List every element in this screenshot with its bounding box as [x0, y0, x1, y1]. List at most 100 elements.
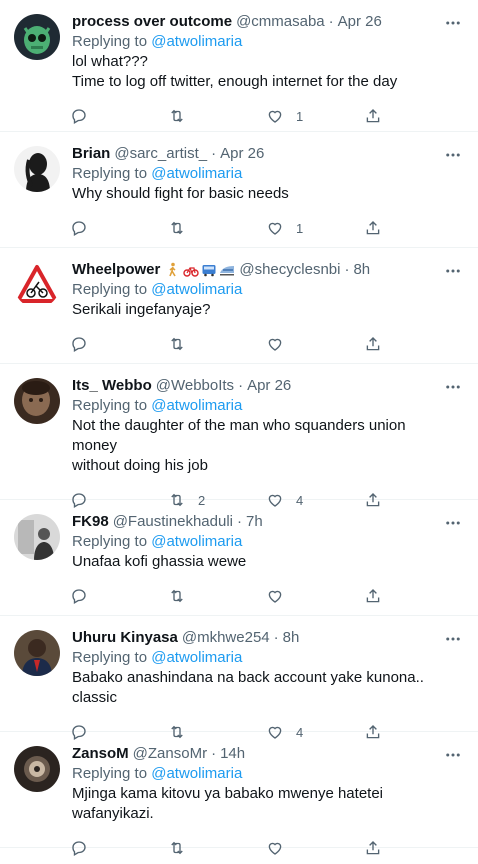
retweet-button[interactable]	[168, 587, 266, 605]
replying-to-label: Replying to	[72, 281, 148, 298]
tweet-header: Its_ Webbo @WebboIts · Apr 26	[72, 376, 462, 396]
tweet[interactable]: FK98 @Faustinekhaduli · 7h Replying to @…	[0, 500, 478, 616]
user-handle[interactable]: @sarc_artist_	[114, 144, 207, 164]
reply-button[interactable]	[70, 839, 168, 857]
user-handle[interactable]: @ZansoMr	[133, 744, 207, 764]
tweet[interactable]: process over outcome @cmmasaba · Apr 26 …	[0, 0, 478, 132]
tweet-date[interactable]: Apr 26	[338, 12, 382, 32]
mention-link[interactable]: @atwolimaria	[151, 33, 242, 50]
reply-feed: process over outcome @cmmasaba · Apr 26 …	[0, 0, 478, 856]
mention-link[interactable]: @atwolimaria	[151, 397, 242, 414]
mention-link[interactable]: @atwolimaria	[151, 281, 242, 298]
tweet-date[interactable]: 7h	[246, 512, 263, 532]
more-options-button[interactable]	[444, 378, 462, 396]
tweet[interactable]: Its_ Webbo @WebboIts · Apr 26 Replying t…	[0, 364, 478, 508]
retweet-button[interactable]	[168, 107, 266, 125]
tweet[interactable]: ZansoM @ZansoMr · 14h Replying to @atwol…	[0, 732, 478, 856]
user-handle[interactable]: @shecyclesnbi	[239, 260, 340, 280]
more-options-button[interactable]	[444, 514, 462, 532]
like-button[interactable]: 1	[266, 219, 364, 237]
tweet-actions: 1	[70, 100, 462, 132]
retweet-icon	[171, 589, 183, 603]
tweet-actions	[70, 328, 462, 360]
replying-to: Replying to @atwolimaria	[72, 764, 462, 784]
warning-sign-avatar-icon	[14, 262, 60, 308]
display-name[interactable]: FK98	[72, 512, 109, 532]
more-icon	[446, 637, 460, 641]
tweet[interactable]: Brian @sarc_artist_ · Apr 26 Replying to…	[0, 132, 478, 248]
like-button[interactable]	[266, 587, 364, 605]
user-handle[interactable]: @cmmasaba	[236, 12, 325, 32]
mention-link[interactable]: @atwolimaria	[151, 165, 242, 182]
tweet-text: Why should fight for basic needs	[72, 184, 462, 204]
bus-icon	[202, 265, 216, 277]
avatar[interactable]	[14, 262, 60, 308]
avatar[interactable]	[14, 146, 60, 192]
replying-to-label: Replying to	[72, 33, 148, 50]
tweet-actions	[70, 832, 462, 864]
reply-icon	[72, 221, 86, 236]
avatar[interactable]	[14, 630, 60, 676]
more-options-button[interactable]	[444, 630, 462, 648]
tweet-date[interactable]: 8h	[283, 628, 300, 648]
mention-link[interactable]: @atwolimaria	[151, 533, 242, 550]
reply-icon	[72, 841, 86, 856]
display-name[interactable]: process over outcome	[72, 12, 232, 32]
user-handle[interactable]: @Faustinekhaduli	[113, 512, 233, 532]
separator-dot: ·	[238, 377, 244, 394]
reply-button[interactable]	[70, 107, 168, 125]
retweet-button[interactable]	[168, 335, 266, 353]
reply-button[interactable]	[70, 335, 168, 353]
tweet-text: lol what??? Time to log off twitter, eno…	[72, 52, 462, 92]
tweet-text: Serikali ingefanyaje?	[72, 300, 462, 320]
tweet-header: Brian @sarc_artist_ · Apr 26	[72, 144, 462, 164]
tweet-actions: 1	[70, 212, 462, 244]
reply-button[interactable]	[70, 587, 168, 605]
like-button[interactable]	[266, 335, 364, 353]
like-button[interactable]	[266, 839, 364, 857]
avatar[interactable]	[14, 514, 60, 560]
share-button[interactable]	[364, 335, 462, 353]
photo-avatar-icon	[14, 630, 60, 676]
walking-person-icon	[169, 262, 177, 277]
more-options-button[interactable]	[444, 746, 462, 764]
reply-button[interactable]	[70, 219, 168, 237]
tweet-date[interactable]: 8h	[353, 260, 370, 280]
replying-to: Replying to @atwolimaria	[72, 164, 462, 184]
display-name[interactable]: Brian	[72, 144, 110, 164]
avatar[interactable]	[14, 378, 60, 424]
tweet-header: process over outcome @cmmasaba · Apr 26	[72, 12, 462, 32]
user-handle[interactable]: @WebboIts	[156, 376, 234, 396]
tweet-text-line: Why should fight for basic needs	[72, 185, 289, 202]
reply-icon	[72, 337, 86, 352]
separator-dot: ·	[211, 145, 217, 162]
display-name[interactable]: Wheelpower	[72, 260, 160, 280]
retweet-button[interactable]	[168, 219, 266, 237]
replying-to-label: Replying to	[72, 649, 148, 666]
display-name[interactable]: Uhuru Kinyasa	[72, 628, 178, 648]
like-button[interactable]: 1	[266, 107, 364, 125]
tweet-text: Unafaa kofi ghassia wewe	[72, 552, 462, 572]
mention-link[interactable]: @atwolimaria	[151, 765, 242, 782]
tweet-date[interactable]: Apr 26	[220, 144, 264, 164]
user-handle[interactable]: @mkhwe254	[182, 628, 270, 648]
share-button[interactable]	[364, 107, 462, 125]
tweet-date[interactable]: Apr 26	[247, 376, 291, 396]
display-name[interactable]: ZansoM	[72, 744, 129, 764]
retweet-button[interactable]	[168, 839, 266, 857]
avatar[interactable]	[14, 14, 60, 60]
more-options-button[interactable]	[444, 146, 462, 164]
replying-to: Replying to @atwolimaria	[72, 280, 462, 300]
share-button[interactable]	[364, 219, 462, 237]
share-button[interactable]	[364, 587, 462, 605]
replying-to: Replying to @atwolimaria	[72, 648, 462, 668]
share-button[interactable]	[364, 839, 462, 857]
more-options-button[interactable]	[444, 262, 462, 280]
tweet[interactable]: Wheelpower @shecyclesnbi · 8h Replying t…	[0, 248, 478, 364]
mention-link[interactable]: @atwolimaria	[151, 649, 242, 666]
tweet[interactable]: Uhuru Kinyasa @mkhwe254 · 8h Replying to…	[0, 616, 478, 740]
display-name[interactable]: Its_ Webbo	[72, 376, 152, 396]
avatar[interactable]	[14, 746, 60, 792]
more-options-button[interactable]	[444, 14, 462, 32]
tweet-date[interactable]: 14h	[220, 744, 245, 764]
